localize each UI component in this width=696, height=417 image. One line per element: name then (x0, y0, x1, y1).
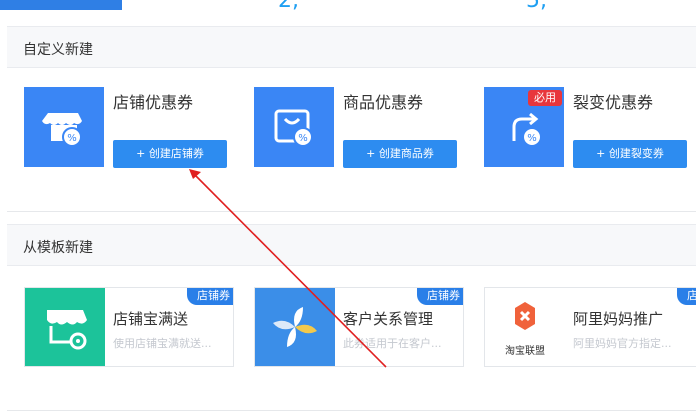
annotation-arrow-line (191, 171, 387, 368)
annotation-arrow (189, 169, 387, 368)
coupon-create-page: 2, 5, 自定义新建 % 店铺优惠券 + 创建店铺券 % 商品 (0, 0, 696, 417)
annotation-arrow-head (189, 169, 201, 179)
